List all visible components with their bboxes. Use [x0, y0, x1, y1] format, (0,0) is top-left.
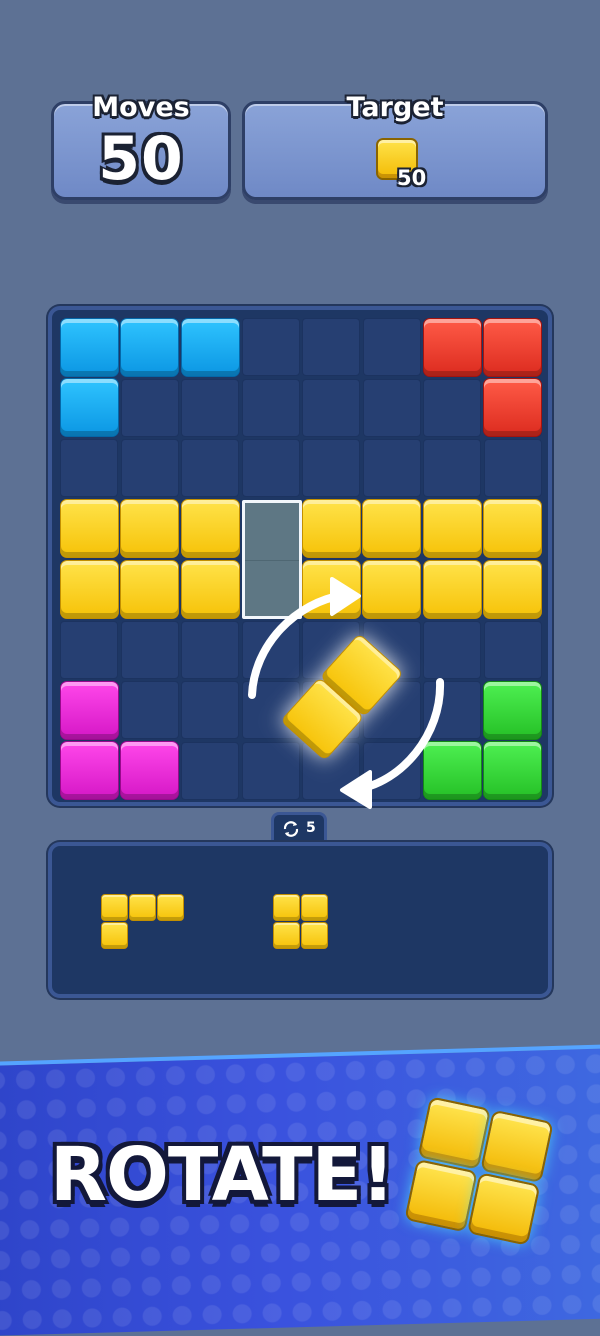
magenta-block [120, 741, 179, 800]
board-cell[interactable] [483, 439, 542, 497]
yellow-block [301, 499, 361, 558]
yellow-square-piece-icon [402, 1094, 556, 1248]
red-block [483, 378, 542, 437]
yellow-block [59, 499, 119, 558]
board-cell[interactable] [120, 439, 179, 497]
target-label: Target [346, 92, 444, 123]
rotate-icon [283, 821, 299, 837]
tray-piece-cell [301, 894, 328, 921]
tray-piece-cell [273, 922, 300, 949]
board-cell[interactable] [483, 620, 542, 679]
yellow-block [483, 499, 542, 558]
yellow-block [59, 559, 119, 619]
board-cell[interactable] [302, 378, 360, 437]
magenta-block [59, 680, 119, 740]
blue-block [59, 317, 119, 377]
red-block [422, 317, 482, 377]
target-panel: Target 50 [242, 92, 548, 200]
tray-piece-square[interactable] [273, 894, 329, 950]
target-count: 50 [397, 166, 427, 190]
yellow-block [483, 559, 542, 619]
blue-block [59, 378, 119, 437]
moves-label: Moves [92, 92, 190, 123]
board-cell[interactable] [181, 439, 239, 497]
yellow-block [362, 499, 421, 558]
board-cell[interactable] [423, 439, 481, 497]
tray-piece-cell [129, 894, 156, 921]
tray-piece-cell [101, 922, 128, 949]
board-cell[interactable] [362, 378, 421, 437]
board-cell[interactable] [120, 378, 179, 437]
tray-piece-l[interactable] [101, 894, 185, 950]
blue-block [120, 317, 179, 377]
board-cell[interactable] [181, 378, 239, 437]
board-cell[interactable] [120, 620, 179, 679]
rotation-counter: 5 [271, 812, 327, 842]
red-block [483, 317, 542, 377]
board-cell[interactable] [241, 439, 300, 497]
piece-tray [48, 842, 552, 998]
board-cell[interactable] [362, 318, 421, 376]
yellow-block [120, 499, 179, 558]
board-cell[interactable] [302, 318, 360, 376]
rotation-count: 5 [306, 820, 316, 836]
board-cell[interactable] [241, 318, 300, 376]
board-cell[interactable] [241, 378, 300, 437]
board-cell[interactable] [60, 439, 118, 497]
board-cell[interactable] [60, 620, 118, 679]
banner-title: ROTATE! [50, 1132, 395, 1218]
green-block [483, 741, 542, 800]
yellow-block [422, 499, 482, 558]
board-cell[interactable] [120, 681, 179, 739]
moves-panel: Moves 50 [51, 92, 231, 200]
tray-piece-cell [301, 922, 328, 949]
tray-piece-cell [101, 894, 128, 921]
board-cell[interactable] [423, 378, 481, 437]
magenta-block [59, 741, 119, 800]
tray-piece-cell [157, 894, 184, 921]
board-cell[interactable] [362, 439, 421, 497]
yellow-block [180, 499, 240, 558]
board-cell[interactable] [302, 439, 360, 497]
blue-block [180, 317, 240, 377]
green-block [483, 680, 542, 740]
rotate-arrows-icon [248, 577, 445, 809]
moves-value: 50 [98, 124, 184, 194]
yellow-block [120, 559, 179, 619]
tray-piece-cell [273, 894, 300, 921]
